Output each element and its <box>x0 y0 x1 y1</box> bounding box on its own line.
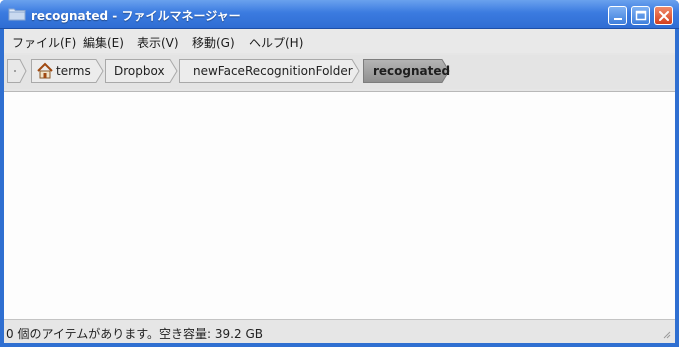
chevron-left-icon <box>14 70 16 72</box>
menu-view[interactable]: 表示(V) <box>137 34 179 51</box>
maximize-icon <box>635 10 647 21</box>
close-button[interactable] <box>654 6 673 25</box>
minimize-button[interactable] <box>608 6 627 25</box>
close-icon <box>659 11 669 21</box>
crumb-terms[interactable]: terms <box>30 59 106 83</box>
file-manager-window: recognated - ファイルマネージャー ファイル(F) 編集(E) 表示… <box>0 0 679 347</box>
crumb-newfacerecognitionfolder[interactable]: newFaceRecognitionFolder <box>178 59 362 83</box>
minimize-icon <box>614 18 622 20</box>
window-title: recognated - ファイルマネージャー <box>31 9 241 23</box>
menu-edit[interactable]: 編集(E) <box>83 34 124 51</box>
home-icon <box>37 62 53 79</box>
crumb-label: terms <box>56 64 91 78</box>
menu-bar: ファイル(F) 編集(E) 表示(V) 移動(G) ヘルプ(H) <box>4 29 675 53</box>
menu-go[interactable]: 移動(G) <box>192 34 235 51</box>
path-bar: terms Dropbox newFaceRecognitionFolder r… <box>4 55 675 89</box>
window-body: ファイル(F) 編集(E) 表示(V) 移動(G) ヘルプ(H) terms D… <box>4 29 675 343</box>
crumb-label: Dropbox <box>114 64 165 78</box>
folder-icon <box>8 8 26 21</box>
title-bar[interactable]: recognated - ファイルマネージャー <box>0 0 679 29</box>
path-scroll-left-button[interactable] <box>6 59 28 83</box>
menu-help[interactable]: ヘルプ(H) <box>249 34 303 51</box>
resize-grip-icon[interactable] <box>661 329 671 339</box>
file-view[interactable] <box>4 91 675 320</box>
crumb-dropbox[interactable]: Dropbox <box>104 59 180 83</box>
menu-file[interactable]: ファイル(F) <box>12 34 76 51</box>
crumb-label: recognated <box>373 64 451 78</box>
crumb-label: newFaceRecognitionFolder <box>193 64 353 78</box>
status-text: 0 個のアイテムがあります。空き容量: 39.2 GB <box>6 327 263 341</box>
maximize-button[interactable] <box>631 6 650 25</box>
status-bar: 0 個のアイテムがあります。空き容量: 39.2 GB <box>4 321 675 343</box>
crumb-recognated[interactable]: recognated <box>362 59 452 83</box>
